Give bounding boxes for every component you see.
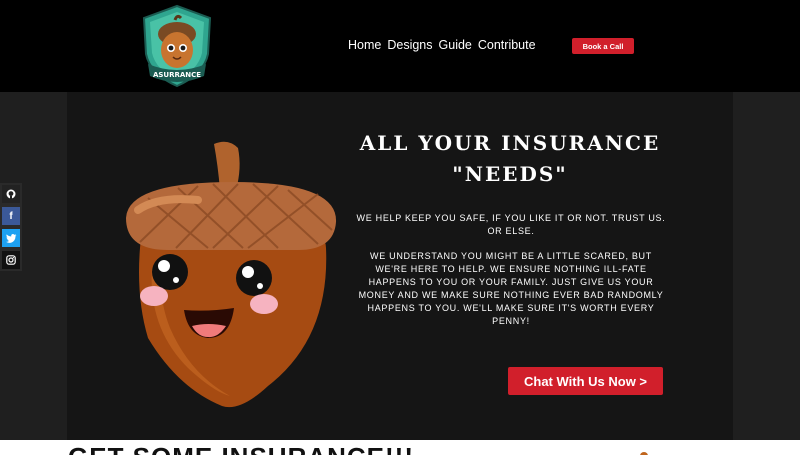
instagram-icon[interactable]: [2, 251, 20, 269]
headline-line-2: "NEEDS": [452, 162, 568, 186]
book-a-call-button[interactable]: Book a Call: [572, 38, 634, 54]
site-header: ASURRANCE Home Designs Guide Contribute …: [0, 0, 800, 92]
hero-paragraph-2: WE UNDERSTAND YOU MIGHT BE A LITTLE SCAR…: [358, 251, 664, 326]
section-title: GET SOME INSURANCE!!!: [68, 444, 414, 455]
chat-with-us-button[interactable]: Chat With Us Now >: [508, 367, 663, 395]
hero-headline: ALL YOUR INSURANCE "NEEDS": [340, 128, 680, 190]
main-nav: Home Designs Guide Contribute: [348, 38, 536, 52]
nav-guide[interactable]: Guide: [439, 38, 472, 52]
acorn-logo[interactable]: ASURRANCE: [138, 4, 216, 88]
social-sidebar: f: [0, 183, 22, 271]
acorn-mascot-image: [126, 141, 337, 408]
github-icon[interactable]: [2, 185, 20, 203]
headline-line-1: ALL YOUR INSURANCE: [359, 131, 661, 155]
hero-paragraph-1: WE HELP KEEP YOU SAFE, IF YOU LIKE IT OR…: [356, 213, 666, 236]
nav-contribute[interactable]: Contribute: [478, 38, 536, 52]
svg-text:ASURRANCE: ASURRANCE: [153, 71, 201, 79]
nav-designs[interactable]: Designs: [387, 38, 432, 52]
facebook-icon[interactable]: f: [2, 207, 20, 225]
nav-home[interactable]: Home: [348, 38, 381, 52]
insurance-section: GET SOME INSURANCE!!!: [0, 440, 800, 455]
twitter-icon[interactable]: [2, 229, 20, 247]
